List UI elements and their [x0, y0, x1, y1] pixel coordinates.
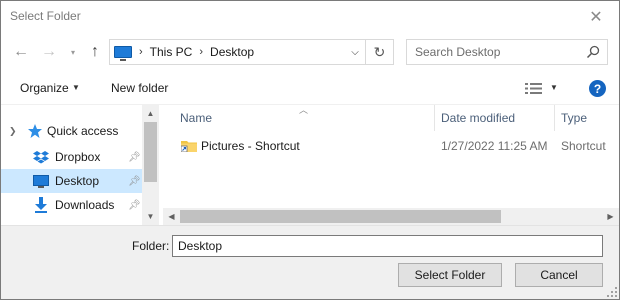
column-divider[interactable]: [434, 105, 435, 131]
chevron-down-icon: ⌵: [351, 46, 359, 58]
view-options-icon[interactable]: [525, 82, 543, 95]
this-pc-icon: [114, 46, 132, 61]
folder-label: Folder:: [132, 239, 170, 253]
scroll-thumb[interactable]: [144, 122, 157, 182]
pin-icon[interactable]: 📌︎: [128, 152, 141, 163]
chevron-down-icon: ▾: [70, 47, 75, 57]
command-bar: Organize ▼ New folder ▼ ?: [1, 72, 619, 105]
title-bar: Select Folder ✕: [1, 1, 619, 32]
up-button[interactable]: ↑: [85, 40, 105, 64]
file-list-horizontal-scrollbar[interactable]: ◀ ▶: [163, 208, 619, 225]
address-history-dropdown[interactable]: ⌵: [345, 40, 365, 64]
arrow-right-icon: →: [41, 43, 57, 60]
breadcrumb-desktop[interactable]: Desktop: [210, 45, 254, 59]
cancel-button[interactable]: Cancel: [515, 263, 603, 287]
dialog-footer: Folder: Select Folder Cancel: [1, 225, 619, 299]
sidebar-item-label: Dropbox: [55, 150, 101, 164]
scroll-thumb[interactable]: [180, 210, 501, 223]
chevron-right-icon[interactable]: ›: [139, 46, 143, 58]
new-folder-button[interactable]: New folder: [111, 81, 168, 95]
desktop-icon: [32, 173, 50, 189]
scroll-down-arrow[interactable]: ▼: [142, 208, 159, 225]
download-icon: [32, 197, 50, 213]
caret-down-icon[interactable]: ▼: [550, 83, 558, 92]
navigation-pane-scrollbar[interactable]: ▲ ▼: [142, 105, 159, 225]
sidebar-item-downloads[interactable]: Downloads 📌︎: [1, 193, 142, 217]
column-header-name[interactable]: Name: [180, 105, 212, 131]
folder-shortcut-icon: [181, 141, 197, 152]
scroll-up-arrow[interactable]: ▲: [142, 105, 159, 122]
organize-menu[interactable]: Organize: [20, 81, 69, 95]
arrow-left-icon: ←: [13, 43, 29, 60]
column-header-date-modified[interactable]: Date modified: [441, 105, 515, 131]
sidebar-item-label: Quick access: [47, 124, 119, 138]
address-bar[interactable]: › This PC › Desktop ⌵ ↻: [109, 39, 394, 65]
pin-icon[interactable]: 📌︎: [128, 176, 141, 187]
scroll-left-arrow[interactable]: ◀: [163, 208, 180, 225]
resize-grip-icon[interactable]: [607, 287, 617, 297]
arrow-up-icon: ↑: [91, 43, 99, 60]
file-name: Pictures - Shortcut: [201, 139, 300, 153]
refresh-icon: ↻: [373, 43, 386, 60]
caret-down-icon[interactable]: ▼: [72, 83, 80, 92]
file-type: Shortcut: [561, 139, 606, 153]
file-date-modified: 1/27/2022 11:25 AM: [441, 139, 548, 153]
pin-icon[interactable]: 📌︎: [128, 200, 141, 211]
select-folder-dialog: Select Folder ✕ ← → ▾ ↑ › This PC › Desk…: [0, 0, 620, 300]
file-list: ︿ Name Date modified Type Pictures - Sho…: [163, 105, 619, 225]
folder-field[interactable]: [172, 235, 603, 257]
navigation-bar: ← → ▾ ↑ › This PC › Desktop ⌵ ↻ Search D…: [1, 32, 619, 72]
chevron-right-icon[interactable]: ›: [199, 46, 203, 58]
search-placeholder: Search Desktop: [415, 45, 501, 59]
sidebar-item-quick-access[interactable]: ❯ Quick access: [1, 119, 142, 143]
window-title: Select Folder: [10, 9, 81, 23]
breadcrumb-this-pc[interactable]: This PC: [150, 45, 193, 59]
table-row[interactable]: Pictures - Shortcut 1/27/2022 11:25 AM S…: [163, 135, 619, 157]
help-icon[interactable]: ?: [589, 80, 606, 97]
refresh-button[interactable]: ↻: [365, 40, 393, 64]
search-icon[interactable]: [586, 45, 600, 59]
dropbox-icon: [32, 149, 50, 165]
back-button[interactable]: ←: [9, 40, 33, 64]
forward-button[interactable]: →: [37, 40, 61, 64]
recent-locations-button[interactable]: ▾: [65, 40, 81, 64]
column-divider[interactable]: [554, 105, 555, 131]
sidebar-item-label: Desktop: [55, 174, 100, 188]
chevron-down-icon[interactable]: ❯: [9, 126, 17, 137]
sidebar-item-label: Downloads: [55, 198, 115, 212]
sort-ascending-icon: ︿: [299, 105, 309, 115]
scroll-right-arrow[interactable]: ▶: [602, 208, 619, 225]
close-button[interactable]: ✕: [573, 1, 619, 32]
sidebar-item-desktop[interactable]: Desktop 📌︎: [1, 169, 142, 193]
star-icon: [26, 123, 44, 139]
search-input[interactable]: Search Desktop: [406, 39, 608, 65]
close-icon: ✕: [589, 8, 603, 26]
column-header-type[interactable]: Type: [561, 105, 587, 131]
navigation-pane: ❯ Quick access Dropbox 📌︎ Desktop 📌︎ Dow…: [1, 105, 159, 225]
sidebar-item-dropbox[interactable]: Dropbox 📌︎: [1, 145, 142, 169]
select-folder-button[interactable]: Select Folder: [398, 263, 502, 287]
